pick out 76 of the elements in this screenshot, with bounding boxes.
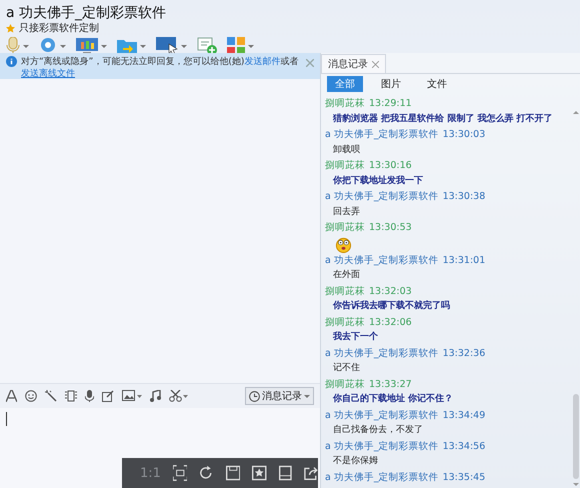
message-time: 13:29:11 [369,97,412,111]
message-text: 你自己的下载地址 你记不住？ [332,392,454,406]
smiley-icon[interactable] [25,390,37,402]
message-history-tab[interactable]: 消息记录 [321,54,386,73]
sender-name: 捌啁茈菻 [325,221,365,235]
message-time: 13:34:56 [442,440,486,454]
sender-name: 捌啁茈菻 [325,159,365,173]
message-text: 自己找备份去，不发了 [332,424,424,437]
font-icon[interactable] [6,390,17,402]
message-text: 回去弄 [332,206,361,218]
sender-name: 捌啁茈菻 [325,316,365,330]
save-icon[interactable] [226,465,240,481]
music-note-icon[interactable] [150,390,161,402]
message-text: 不是你保姆 [332,454,379,468]
message-time: 13:32:36 [442,346,486,360]
fit-screen-icon[interactable] [172,465,188,481]
message-text: 记不住 [332,362,361,375]
message-time: 13:32:03 [369,284,412,298]
info-icon [6,56,17,67]
caret-icon[interactable] [304,394,310,398]
message-time: 13:33:27 [369,378,412,392]
window-title: a 功夫佛手_定制彩票软件 [6,5,166,22]
message-time: 13:35:45 [442,470,486,484]
message-time: 13:30:16 [369,159,412,173]
filter-tab[interactable]: 图片 [373,76,409,92]
message-text: 在外面 [332,268,361,282]
microphone-button[interactable] [6,37,29,55]
signature-text: 只接彩票软件定制 [19,22,99,35]
clock-icon [249,390,260,402]
filter-tab[interactable]: 文件 [419,76,455,92]
screen-share-button[interactable] [76,38,107,54]
edit-icon[interactable] [102,390,114,402]
message-time: 13:32:06 [369,316,412,330]
filter-tab[interactable]: 全部 [327,76,363,92]
caret-icon[interactable] [60,44,66,48]
send-email-link[interactable]: 发送邮件 [244,57,280,67]
message-history-button[interactable]: 消息记录 [245,387,314,405]
offline-notice: 对方“离线或隐身”，可能无法立即回复，您可以给他(她)发送邮件或者 发送离线文件 [21,56,300,80]
sender-name: 捌啁茈菻 [325,284,365,298]
film-icon[interactable] [65,390,77,402]
sender-name: a 功夫佛手_定制彩票软件 [325,470,439,484]
message-text: 我去下一个 [332,330,379,344]
message-time: 13:30:38 [442,190,486,204]
microphone-icon[interactable] [85,390,94,402]
tablet-icon[interactable] [278,465,292,481]
message-time: 13:30:53 [369,221,412,235]
message-text: 你告诉我去哪下载不就完了吗 [332,299,451,313]
caret-icon[interactable] [248,44,254,48]
message-text: 猎豹浏览器 把我五星软件给 限制了 我怎么弄 打不开了 [332,112,554,126]
message-text: 卸载呗 [332,144,361,156]
sender-name: a 功夫佛手_定制彩票软件 [325,346,439,360]
caret-icon[interactable] [140,44,146,48]
message-time: 13:31:01 [442,254,486,268]
close-icon[interactable] [372,60,379,68]
emoji-icon [335,236,352,252]
caret-icon[interactable] [23,44,29,48]
message-input-field[interactable] [0,408,320,456]
sender-name: 捌啁茈菻 [325,378,365,392]
caret-icon[interactable] [181,44,187,48]
share-icon[interactable] [304,465,318,481]
scissors-icon[interactable] [169,390,189,402]
magic-wand-icon[interactable] [45,390,57,402]
message-time: 13:34:49 [442,408,486,422]
image-icon[interactable] [122,390,142,402]
message-time: 13:30:03 [442,128,486,142]
caret-icon[interactable] [101,44,107,48]
message-text: 你把下载地址发我一下 [332,174,424,188]
sender-name: a 功夫佛手_定制彩票软件 [325,408,439,422]
rotate-icon[interactable] [199,465,214,481]
star-icon [6,24,15,32]
sender-name: a 功夫佛手_定制彩票软件 [325,440,439,454]
sender-name: a 功夫佛手_定制彩票软件 [325,190,439,204]
send-offline-file-link[interactable]: 发送离线文件 [21,69,75,79]
sender-name: 捌啁茈菻 [325,97,365,111]
sender-name: a 功夫佛手_定制彩票软件 [325,254,439,268]
sender-name: a 功夫佛手_定制彩票软件 [325,128,439,142]
